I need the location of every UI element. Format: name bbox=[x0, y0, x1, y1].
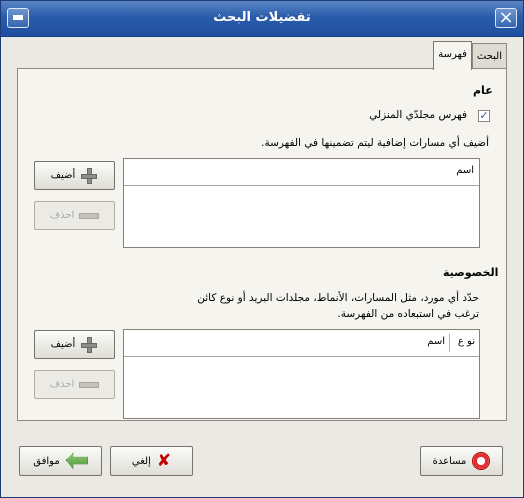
cancel-icon: ✘ bbox=[156, 451, 172, 471]
tab-indexing[interactable]: فهرسة bbox=[433, 41, 472, 70]
remove-path-label: احذف bbox=[49, 210, 75, 221]
exclude-list[interactable]: نو ع اسم bbox=[123, 329, 480, 419]
help-label: مساعدة bbox=[432, 455, 467, 467]
column-separator bbox=[449, 334, 450, 352]
cancel-button[interactable]: إلغي ✘ bbox=[110, 446, 193, 476]
home-folder-checkbox[interactable]: ✓ bbox=[478, 110, 490, 122]
ok-arrow-icon bbox=[65, 452, 88, 470]
tab-search[interactable]: البحث bbox=[471, 43, 507, 70]
minus-icon bbox=[79, 381, 100, 388]
close-window-button[interactable]: × bbox=[495, 8, 517, 28]
remove-exclusion-label: احذف bbox=[49, 379, 75, 390]
add-exclusion-button[interactable]: أضيف bbox=[34, 330, 115, 359]
plus-icon bbox=[80, 167, 98, 185]
ok-button[interactable]: موافق bbox=[19, 446, 102, 476]
minus-icon bbox=[79, 212, 100, 219]
privacy-heading: الخصوصية bbox=[443, 266, 499, 279]
cancel-label: إلغي bbox=[131, 455, 151, 467]
ok-label: موافق bbox=[33, 455, 60, 467]
paths-list-header: اسم bbox=[124, 159, 479, 186]
lifebuoy-icon bbox=[472, 452, 491, 470]
window-title: تفضيلات البحث bbox=[213, 10, 311, 25]
add-path-label: أضيف bbox=[50, 170, 76, 181]
privacy-description-line1: حدّد أي مورد، مثل المسارات، الأنماط، مجل… bbox=[197, 292, 479, 304]
plus-icon bbox=[80, 336, 98, 354]
add-path-button[interactable]: أضيف bbox=[34, 161, 115, 190]
name-column-header[interactable]: اسم bbox=[456, 165, 474, 176]
type-column-header[interactable]: نو ع bbox=[458, 336, 475, 347]
remove-path-button[interactable]: احذف bbox=[34, 201, 115, 230]
paths-list[interactable]: اسم bbox=[123, 158, 480, 248]
general-heading: عام bbox=[473, 84, 493, 97]
add-exclusion-label: أضيف bbox=[50, 339, 76, 350]
home-folder-label: فهرس مجلدّي المنزلي bbox=[369, 109, 467, 121]
help-button[interactable]: مساعدة bbox=[420, 446, 503, 476]
tab-bar: البحث فهرسة bbox=[433, 41, 507, 70]
privacy-description-line2: ترغب في استبعاده من الفهرسة. bbox=[337, 308, 479, 320]
preferences-window: تفضيلات البحث × البحث فهرسة عام ✓ فهرس م… bbox=[0, 0, 524, 498]
remove-exclusion-button[interactable]: احذف bbox=[34, 370, 115, 399]
title-bar[interactable]: تفضيلات البحث × bbox=[1, 1, 523, 37]
exclude-list-header: نو ع اسم bbox=[124, 330, 479, 357]
additional-paths-description: أضيف أي مسارات إضافية ليتم تضمينها في ال… bbox=[261, 137, 489, 149]
name-column-header[interactable]: اسم bbox=[427, 336, 445, 347]
